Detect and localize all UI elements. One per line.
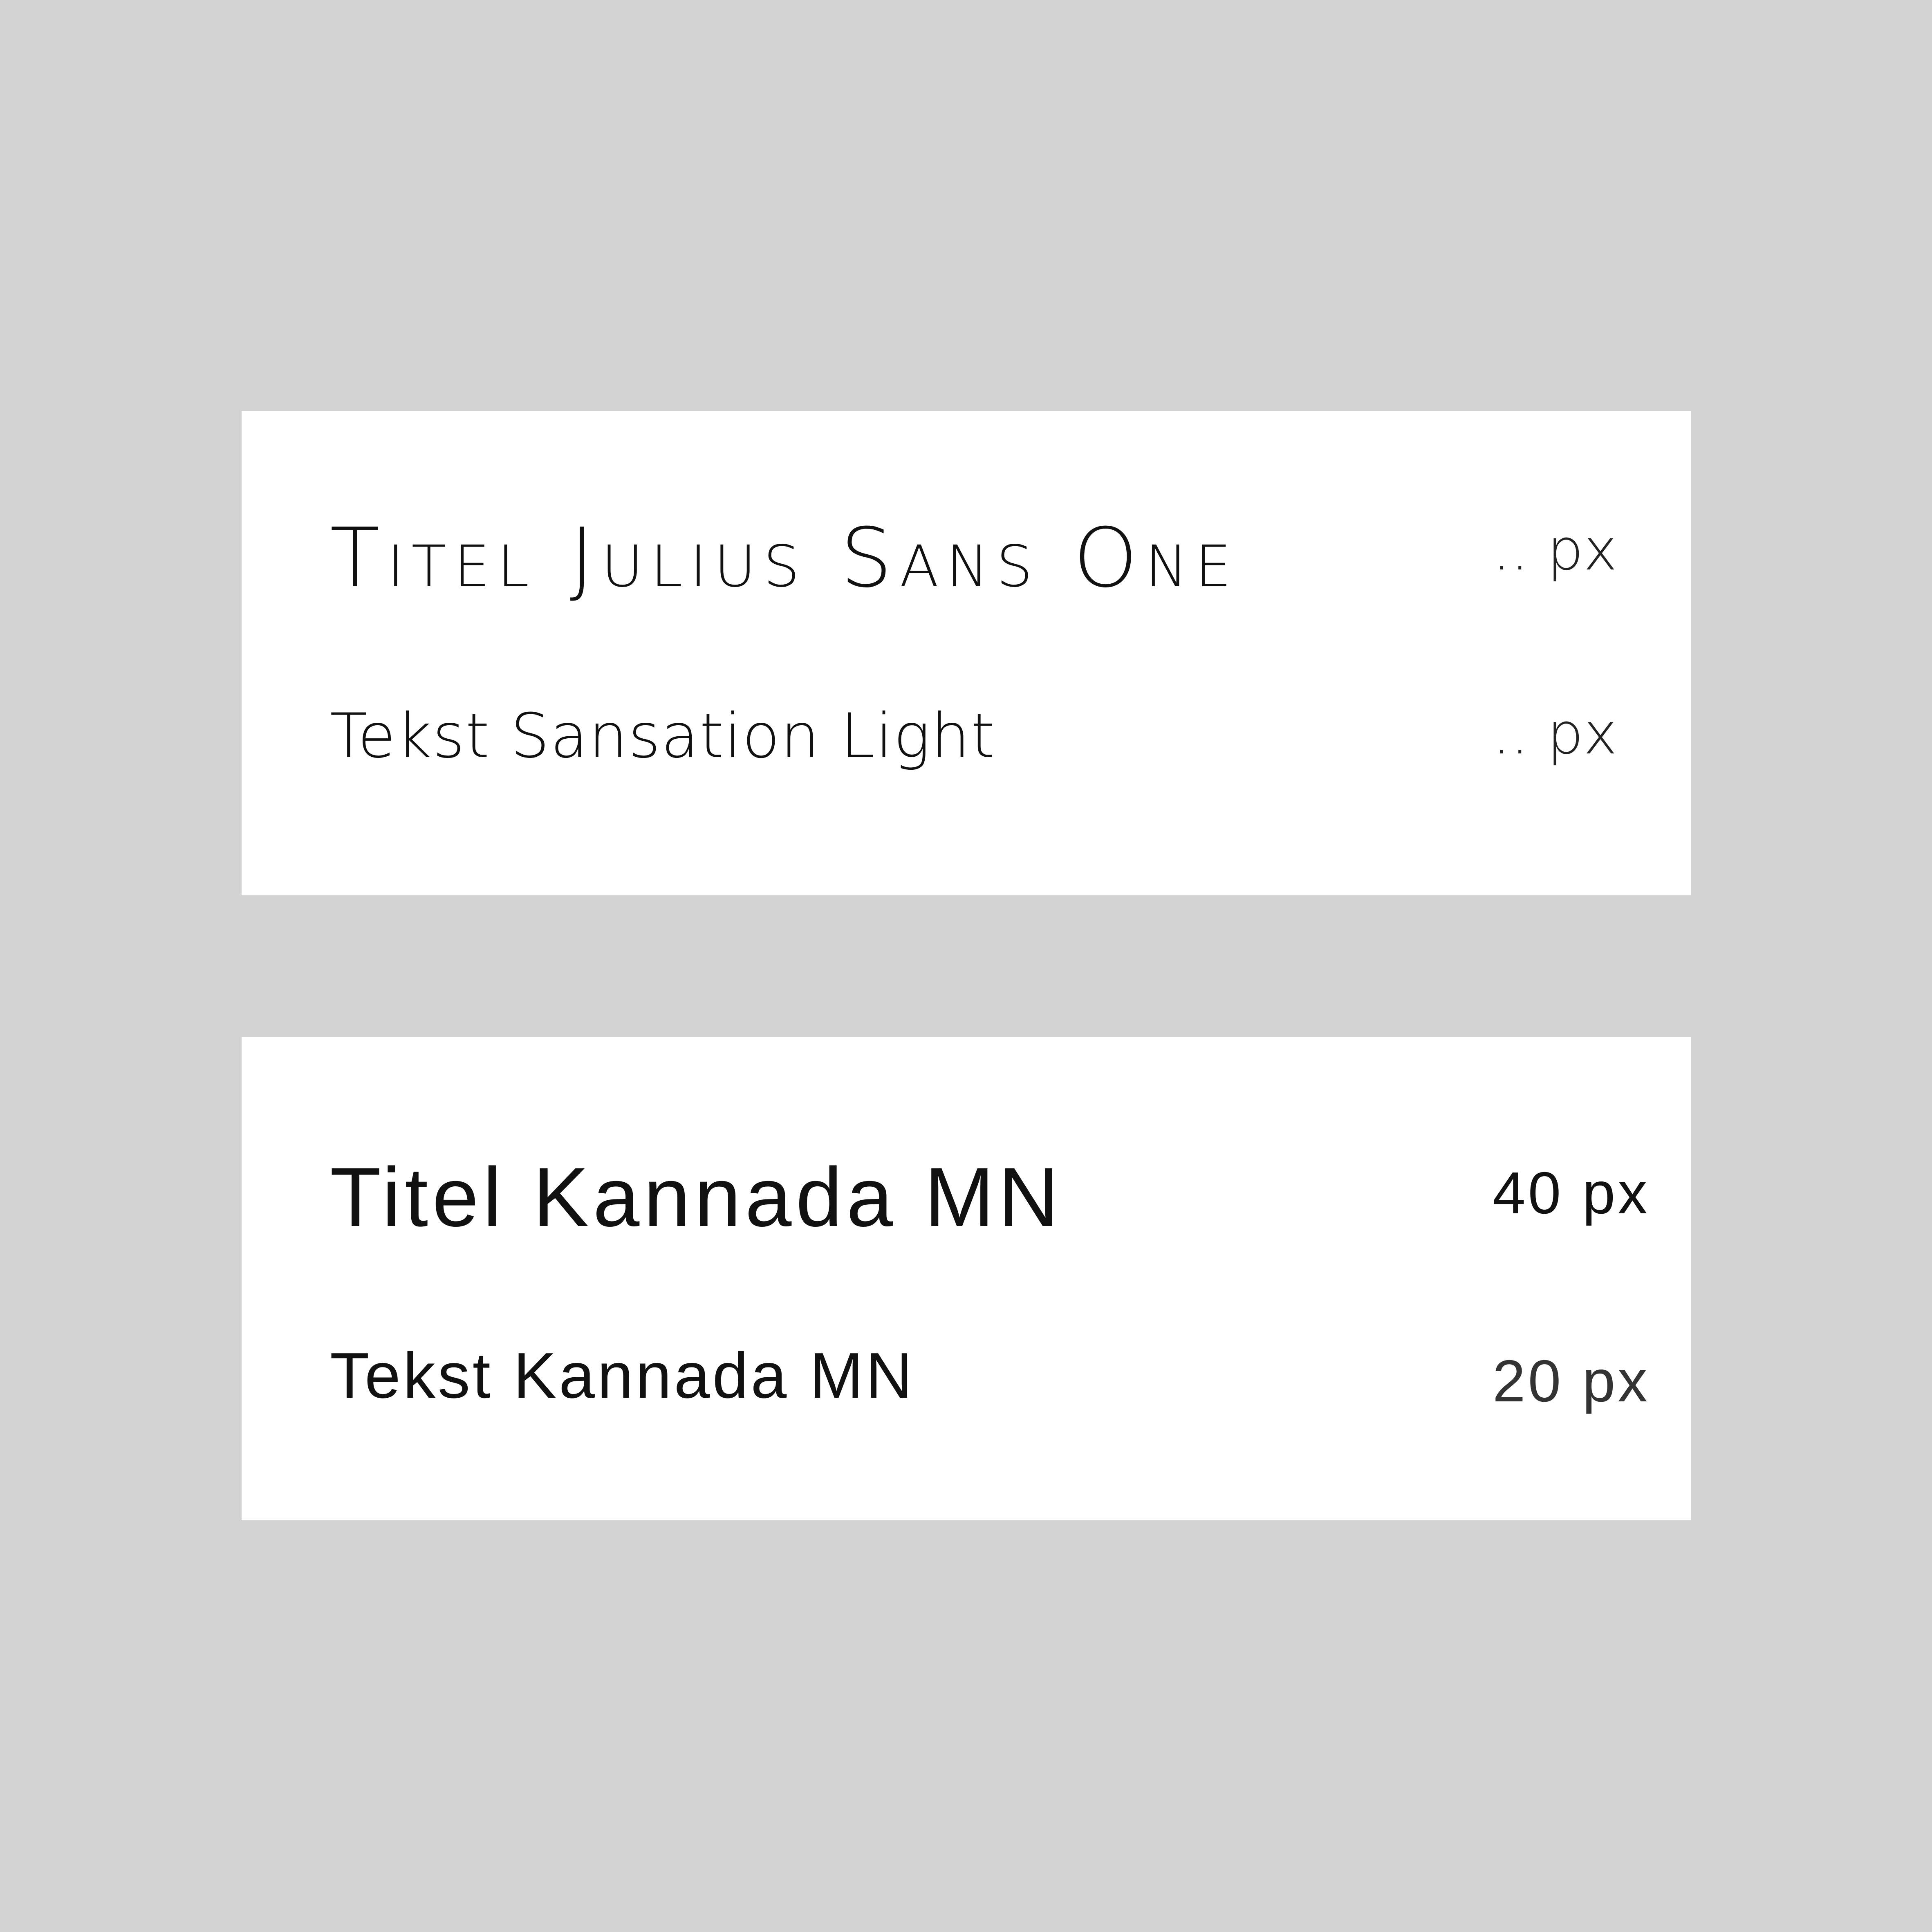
title-font-size: .. px xyxy=(1493,517,1618,583)
text-font-size: 20 px xyxy=(1493,1348,1650,1414)
font-spec-card-2: Titel Kannada MN 40 px Tekst Kannada MN … xyxy=(242,1037,1691,1520)
text-font-size: .. px xyxy=(1493,701,1618,767)
title-font-label: Titel Kannada MN xyxy=(330,1150,1063,1244)
font-spec-card-1: Titel Julius Sans One .. px Tekst Sansat… xyxy=(242,411,1691,895)
title-font-label: Titel Julius Sans One xyxy=(330,511,1239,606)
text-font-label: Tekst Sansation Light xyxy=(330,701,996,772)
text-font-label: Tekst Kannada MN xyxy=(330,1340,915,1412)
title-font-size: 40 px xyxy=(1493,1160,1650,1226)
